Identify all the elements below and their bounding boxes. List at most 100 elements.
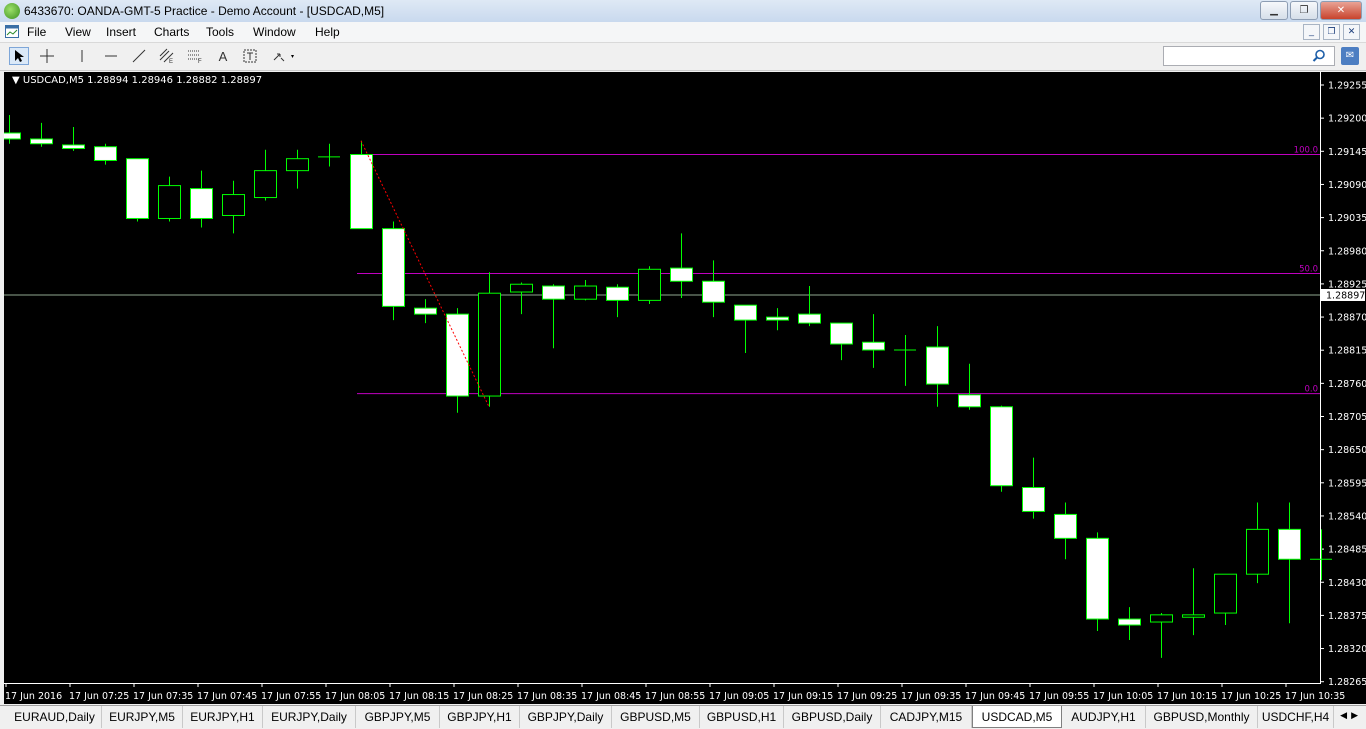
time-tick-label: 17 Jun 08:35 (517, 691, 577, 702)
trendline-tool-button[interactable] (129, 47, 149, 65)
price-chart[interactable]: 1.29255 1.29200 1.29145 1.29090 1.29035 1.289… (4, 72, 1366, 704)
chart-tab[interactable]: CADJPY,M15 (881, 706, 972, 728)
time-tick-label: 17 Jun 09:55 (1029, 691, 1089, 702)
bullish-candle-body (1214, 573, 1237, 614)
price-tick-label: 1.28375 (1328, 611, 1366, 622)
menu-charts[interactable]: Charts (154, 25, 189, 39)
title-bar: 6433670: OANDA-GMT-5 Practice - Demo Acc… (0, 0, 1366, 23)
search-input[interactable] (1163, 46, 1335, 66)
vertical-line-icon (81, 50, 83, 62)
menu-window[interactable]: Window (253, 25, 296, 39)
price-tick-label: 1.29255 (1328, 81, 1366, 92)
price-tick-label: 1.29145 (1328, 147, 1366, 158)
menu-bar: File View Insert Charts Tools Window Hel… (0, 22, 1366, 43)
text-tool-button[interactable]: A (213, 47, 233, 65)
chart-tab[interactable]: GBPUSD,M5 (612, 706, 700, 728)
time-tick-label: 17 Jun 09:05 (709, 691, 769, 702)
bullish-candle-body (478, 292, 501, 397)
child-restore-button[interactable]: ❐ (1323, 24, 1340, 40)
price-tick-label: 1.29200 (1328, 114, 1366, 125)
chart-tab[interactable]: GBPJPY,M5 (356, 706, 440, 728)
child-minimize-button[interactable]: _ (1303, 24, 1320, 40)
child-window-controls: _ ❐ ✕ (1303, 24, 1360, 40)
bearish-candle-body (190, 188, 213, 219)
window-title: 6433670: OANDA-GMT-5 Practice - Demo Acc… (24, 4, 385, 18)
vertical-line-tool-button[interactable] (72, 47, 92, 65)
cursor-tool-button[interactable] (9, 47, 29, 65)
chart-tab[interactable]: EURJPY,H1 (183, 706, 263, 728)
time-tick-label: 17 Jun 09:35 (901, 691, 961, 702)
bearish-candle-body (1118, 618, 1141, 626)
menu-tools[interactable]: Tools (206, 25, 234, 39)
child-close-button[interactable]: ✕ (1343, 24, 1360, 40)
chart-tab[interactable]: AUDJPY,H1 (1062, 706, 1146, 728)
bullish-candle-body (222, 194, 245, 216)
bearish-candle-body (30, 138, 53, 145)
current-price-label: 1.28897 (1326, 290, 1365, 301)
menu-insert[interactable]: Insert (106, 25, 136, 39)
minimize-button[interactable]: ▁ (1260, 1, 1288, 20)
bearish-candle-body (606, 286, 629, 301)
bearish-candle-body (1022, 487, 1045, 512)
chart-tab[interactable]: EURJPY,Daily (263, 706, 356, 728)
price-tick-label: 1.28760 (1328, 379, 1366, 390)
search-icon[interactable] (1312, 49, 1326, 63)
time-tick-label: 17 Jun 08:15 (389, 691, 449, 702)
time-tick-label: 17 Jun 08:45 (581, 691, 641, 702)
fibonacci-level-label: 50.0 (1299, 264, 1318, 274)
chart-window[interactable]: 1.29255 1.29200 1.29145 1.29090 1.29035 1.289… (4, 72, 1366, 704)
bearish-candle-body (670, 267, 693, 282)
arrows-tool-button[interactable] (270, 47, 298, 65)
time-tick-label: 17 Jun 07:25 (69, 691, 129, 702)
messages-icon[interactable]: ✉ (1341, 47, 1359, 65)
bearish-candle-body (798, 313, 821, 324)
equidistant-channel-tool-button[interactable]: E (157, 47, 177, 65)
time-tick-label: 17 Jun 07:35 (133, 691, 193, 702)
chart-tab[interactable]: GBPUSD,Daily (784, 706, 881, 728)
fibonacci-tool-button[interactable]: F (185, 47, 205, 65)
time-tick-label: 17 Jun 09:25 (837, 691, 897, 702)
time-tick-label: 17 Jun 10:25 (1221, 691, 1281, 702)
bearish-candle-body (4, 132, 21, 140)
chart-tab[interactable]: GBPUSD,Monthly (1146, 706, 1258, 728)
chart-tab[interactable]: USDCHF,H4 (1258, 706, 1334, 728)
drawing-toolbar: E F A ✉ (0, 43, 1366, 71)
time-tick-label: 17 Jun 08:05 (325, 691, 385, 702)
chart-tab[interactable]: GBPUSD,H1 (700, 706, 784, 728)
price-tick-label: 1.28980 (1328, 246, 1366, 257)
price-tick-label: 1.28870 (1328, 313, 1366, 324)
chart-header: ▼ USDCAD,M5 1.28894 1.28946 1.28882 1.28… (12, 75, 262, 86)
menu-file[interactable]: File (27, 25, 46, 39)
app-logo-icon (4, 3, 20, 19)
chart-window-icon[interactable] (5, 25, 19, 38)
trendline-icon (132, 49, 146, 63)
time-tick-label: 17 Jun 09:15 (773, 691, 833, 702)
price-tick-label: 1.28320 (1328, 644, 1366, 655)
restore-button[interactable]: ❐ (1290, 1, 1318, 20)
chart-tab[interactable]: EURJPY,M5 (102, 706, 183, 728)
price-tick-label: 1.28430 (1328, 578, 1366, 589)
chart-tab[interactable]: GBPJPY,H1 (440, 706, 520, 728)
tab-scroll-arrows[interactable]: ◀▶ (1340, 710, 1362, 721)
menu-help[interactable]: Help (315, 25, 340, 39)
time-tick-label: 17 Jun 07:45 (197, 691, 257, 702)
chart-tab[interactable]: USDCAD,M5 (972, 706, 1062, 728)
chart-tab[interactable]: EURAUD,Daily (8, 706, 102, 728)
collapse-triangle-icon[interactable]: ▼ (12, 75, 20, 86)
menu-view[interactable]: View (65, 25, 91, 39)
bullish-candle-body (254, 170, 277, 199)
close-button[interactable]: ✕ (1320, 1, 1362, 20)
time-tick-label: 17 Jun 10:05 (1093, 691, 1153, 702)
crosshair-tool-button[interactable] (37, 47, 57, 65)
chart-tab[interactable]: GBPJPY,Daily (520, 706, 612, 728)
bullish-candle-body (1150, 614, 1173, 623)
bearish-candle-body (958, 394, 981, 408)
horizontal-line-icon (105, 55, 117, 57)
bearish-candle-body (1054, 513, 1077, 539)
text-label-tool-button[interactable] (240, 47, 260, 65)
price-tick-label: 1.28595 (1328, 478, 1366, 489)
bullish-candle-body (510, 283, 533, 293)
horizontal-line-tool-button[interactable] (101, 47, 121, 65)
bearish-candle-body (1086, 537, 1109, 620)
bearish-candle-body (1278, 528, 1301, 560)
